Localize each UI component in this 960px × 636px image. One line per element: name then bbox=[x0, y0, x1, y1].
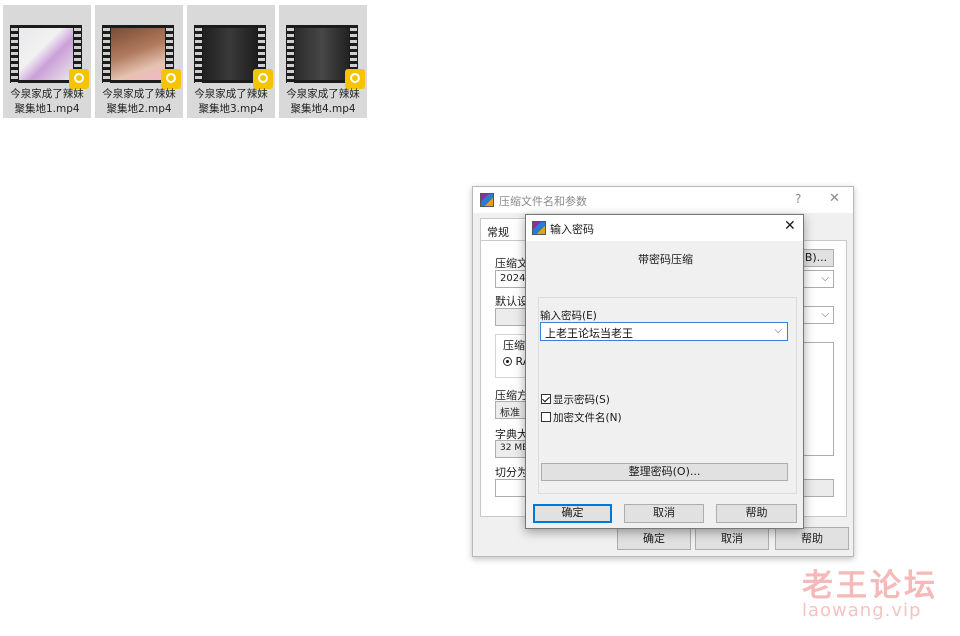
video-frame bbox=[19, 28, 73, 80]
help-icon[interactable]: ? bbox=[795, 192, 801, 206]
password-input[interactable]: 上老王论坛当老王 ⌵ bbox=[540, 322, 788, 341]
ok-button[interactable]: 确定 bbox=[533, 504, 612, 523]
player-app-icon bbox=[253, 69, 273, 89]
winrar-icon bbox=[480, 193, 494, 207]
password-label: 输入密码(E) bbox=[540, 310, 597, 322]
show-password-checkbox[interactable]: 显示密码(S) bbox=[541, 392, 610, 407]
file-item-1[interactable]: 今泉家成了辣妹 聚集地1.mp4 bbox=[3, 5, 91, 118]
dialog-titlebar: 输入密码 ✕ bbox=[526, 215, 803, 241]
film-perforation bbox=[195, 25, 202, 83]
file-name: 今泉家成了辣妹 聚集地2.mp4 bbox=[102, 88, 176, 115]
watermark-text: 老王论坛 bbox=[802, 568, 938, 604]
video-frame bbox=[203, 28, 257, 80]
ok-button[interactable]: 确定 bbox=[617, 527, 691, 550]
archive-name-label: 压缩文 bbox=[495, 257, 528, 270]
film-perforation bbox=[103, 25, 110, 83]
chevron-down-icon[interactable]: ⌵ bbox=[774, 325, 782, 336]
player-app-icon bbox=[345, 69, 365, 89]
show-password-label: 显示密码(S) bbox=[553, 394, 610, 406]
close-icon[interactable]: ✕ bbox=[784, 218, 796, 234]
encrypt-names-label: 加密文件名(N) bbox=[553, 412, 622, 424]
file-name: 今泉家成了辣妹 聚集地1.mp4 bbox=[10, 88, 84, 115]
file-item-3[interactable]: 今泉家成了辣妹 聚集地3.mp4 bbox=[187, 5, 275, 118]
video-frame bbox=[295, 28, 349, 80]
checkbox-checked-icon bbox=[541, 394, 551, 404]
dialog-title: 输入密码 bbox=[550, 223, 594, 236]
chevron-down-icon: ⌵ bbox=[821, 309, 829, 320]
default-profile-label: 默认设 bbox=[495, 295, 528, 308]
close-icon[interactable]: ✕ bbox=[829, 191, 840, 206]
password-value: 上老王论坛当老王 bbox=[545, 327, 633, 340]
encrypt-names-checkbox[interactable]: 加密文件名(N) bbox=[541, 410, 622, 425]
format-label: 压缩 bbox=[503, 339, 525, 352]
file-item-2[interactable]: 今泉家成了辣妹 聚集地2.mp4 bbox=[95, 5, 183, 118]
dialog-heading: 带密码压缩 bbox=[638, 253, 693, 266]
file-name: 今泉家成了辣妹 聚集地4.mp4 bbox=[286, 88, 360, 115]
cancel-button[interactable]: 取消 bbox=[624, 504, 704, 523]
enter-password-dialog: 输入密码 ✕ 带密码压缩 输入密码(E) 上老王论坛当老王 ⌵ 显示密码(S) … bbox=[525, 214, 804, 529]
video-frame bbox=[111, 28, 165, 80]
film-perforation bbox=[287, 25, 294, 83]
dialog-titlebar: 压缩文件名和参数 ? ✕ bbox=[473, 187, 853, 213]
player-app-icon bbox=[161, 69, 181, 89]
organize-passwords-button[interactable]: 整理密码(O)... bbox=[541, 463, 788, 481]
cancel-button[interactable]: 取消 bbox=[695, 527, 769, 550]
help-button[interactable]: 帮助 bbox=[775, 527, 849, 550]
chevron-down-icon: ⌵ bbox=[821, 273, 829, 284]
tab-general[interactable]: 常规 bbox=[480, 218, 526, 240]
radio-selected-icon bbox=[503, 357, 512, 366]
watermark-url: laowang.vip bbox=[802, 600, 922, 621]
file-name: 今泉家成了辣妹 聚集地3.mp4 bbox=[194, 88, 268, 115]
dialog-title: 压缩文件名和参数 bbox=[499, 195, 587, 208]
help-button[interactable]: 帮助 bbox=[716, 504, 797, 523]
split-label: 切分为 bbox=[495, 466, 528, 479]
player-app-icon bbox=[69, 69, 89, 89]
winrar-icon bbox=[532, 221, 546, 235]
film-perforation bbox=[11, 25, 18, 83]
file-item-4[interactable]: 今泉家成了辣妹 聚集地4.mp4 bbox=[279, 5, 367, 118]
checkbox-unchecked-icon bbox=[541, 412, 551, 422]
